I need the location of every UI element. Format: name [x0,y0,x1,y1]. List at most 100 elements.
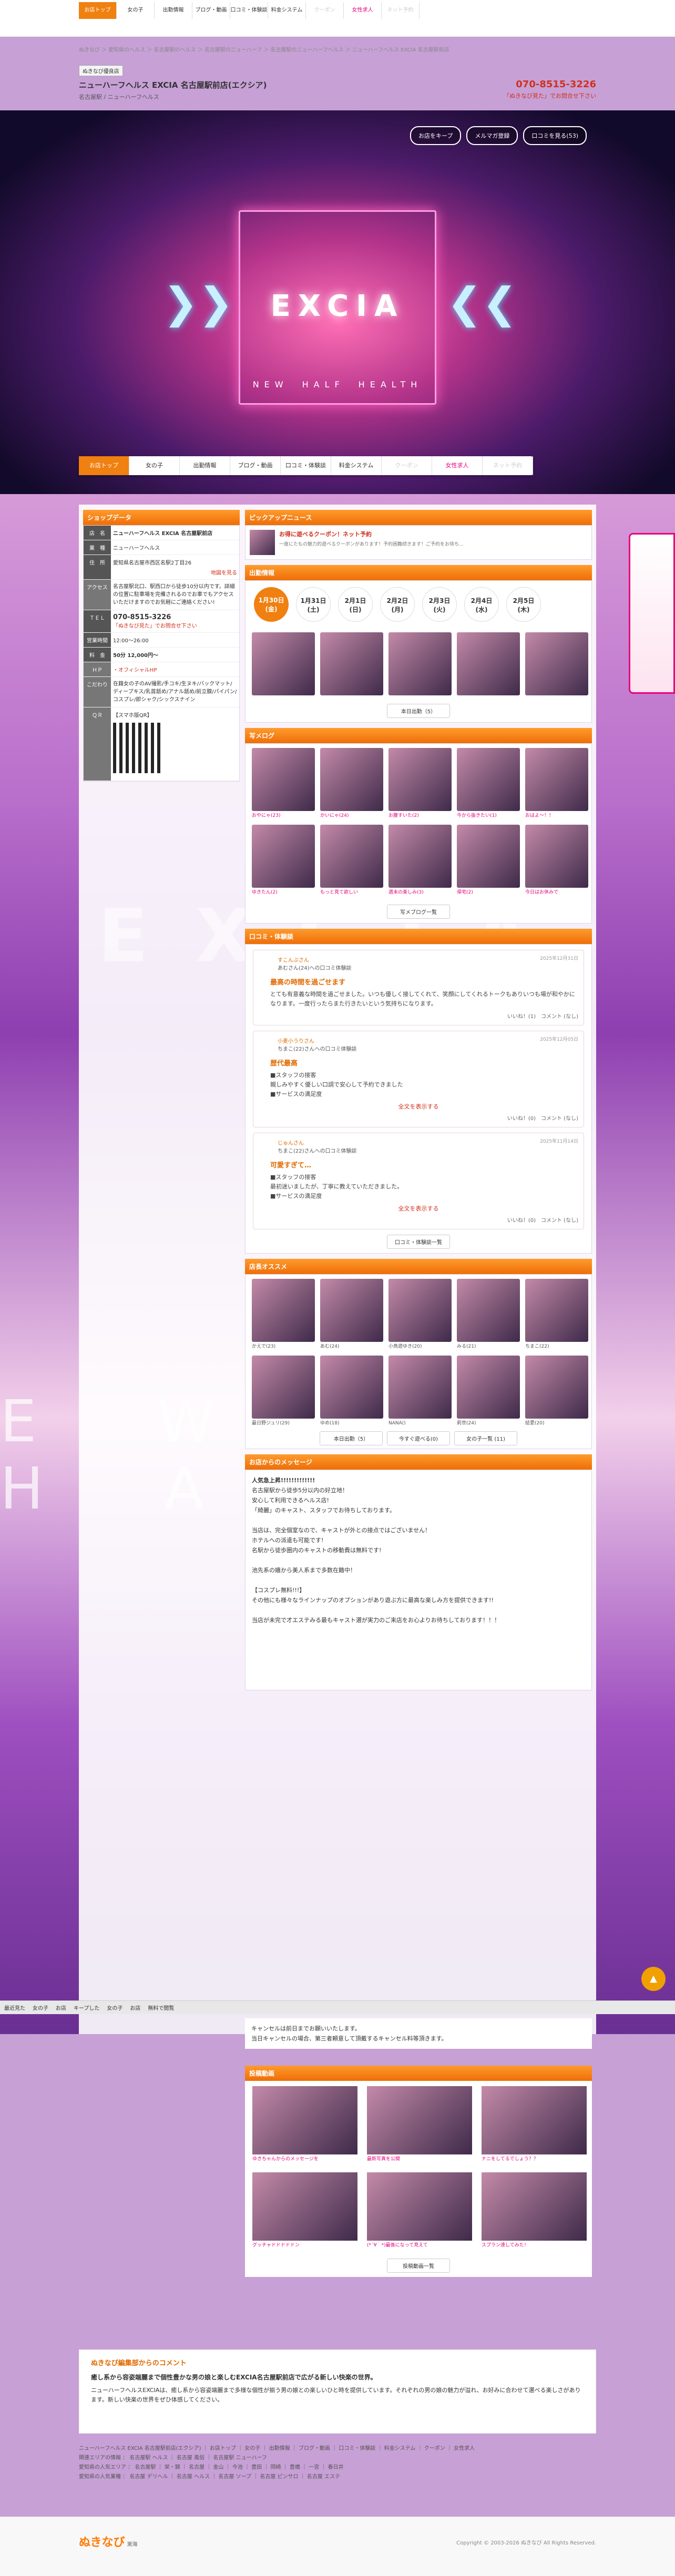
blog-caption[interactable]: 今から抜きたい(1) [457,813,520,819]
blog-photo[interactable] [525,748,588,811]
date-tab[interactable]: 2月3日 (火) [422,587,457,622]
girl-photo[interactable] [457,1279,520,1342]
girl-photo[interactable] [252,1279,315,1342]
nav-price[interactable]: 料金システム [268,2,306,19]
newsletter-button[interactable]: メルマガ登録 [466,126,518,145]
blog-photo[interactable] [525,825,588,888]
girl-photo[interactable] [457,1356,520,1419]
nav2-price[interactable]: 料金システム [331,456,382,475]
girl-name[interactable]: ゆめ(18) [320,1420,383,1427]
video-caption[interactable]: スプラン速してみた！ [482,2242,587,2249]
kept-label[interactable]: キープした [74,2004,99,2011]
history-girls[interactable]: 女の子 [33,2004,48,2011]
date-tab[interactable]: 1月31日 (土) [296,587,331,622]
nav2-schedule[interactable]: 出勤情報 [180,456,230,475]
history-label[interactable]: 最近見た [4,2004,25,2011]
footer-popular-type[interactable]: 愛知県の人気業種 ： 名古屋 デリヘル ｜ 名古屋 ヘルス ｜ 名古屋 ソープ … [79,2472,596,2482]
phone-number[interactable]: 070-8515-3226 [516,79,596,90]
girl-photo[interactable] [525,1279,588,1342]
nav-recruit[interactable]: 女性求人 [344,2,382,19]
blog-caption[interactable]: おやにゃ(23) [252,813,315,819]
blog-caption[interactable]: ゆきたん(2) [252,889,315,896]
video-caption[interactable]: (*´∀｀*)最後になって見えて [367,2242,472,2249]
girl-photo[interactable] [388,1356,452,1419]
nav2-recruit[interactable]: 女性求人 [432,456,483,475]
girl-name[interactable]: ちまこ(22) [525,1343,588,1350]
news-headline[interactable]: お得に遊べるクーポン！ネット予約 [279,530,464,538]
tel-number[interactable]: 070-8515-3226 [113,613,237,621]
date-tab[interactable]: 1月30日 (金) [254,587,289,622]
blog-caption[interactable]: おはよ〜！！ [525,813,588,819]
nav2-reviews[interactable]: 口コミ・体験談 [281,456,331,475]
nav2-shop-top[interactable]: お店トップ [79,456,129,475]
side-banner-ad[interactable] [629,533,675,694]
blog-caption[interactable]: 帰宅(2) [457,889,520,896]
blog-photo[interactable] [320,748,383,811]
girl-photo[interactable] [388,1279,452,1342]
date-tab[interactable]: 2月5日 (木) [506,587,541,622]
free-view-label[interactable]: 無料で閲覧 [148,2004,174,2011]
girl-photo[interactable] [457,632,520,695]
girl-photo[interactable] [252,1356,315,1419]
blog-photo[interactable] [252,748,315,811]
blog-list-button[interactable]: 写メブログ一覧 [387,905,450,919]
blog-caption[interactable]: お腹すいた(2) [388,813,452,819]
girl-photo[interactable] [320,1279,383,1342]
girl-photo[interactable] [525,1356,588,1419]
nav-girls[interactable]: 女の子 [117,2,155,19]
review-likes[interactable]: いいね！(0) コメント (なし) [259,1114,578,1122]
video-thumbnail[interactable] [367,2086,472,2154]
pickup-news[interactable]: お得に遊べるクーポン！ネット予約 一度にたもの魅力的遊べるクーポンがあります！予… [245,525,592,560]
view-reviews-button[interactable]: 口コミを見る(53) [523,126,587,145]
date-tab[interactable]: 2月1日 (日) [338,587,373,622]
blog-caption[interactable]: かいにゃ(24) [320,813,383,819]
girl-name[interactable]: かえで(23) [252,1343,315,1350]
date-tab[interactable]: 2月2日 (月) [380,587,415,622]
kept-shops[interactable]: お店 [130,2004,140,2011]
girl-photo[interactable] [388,632,452,695]
review-likes[interactable]: いいね！(1) コメント (なし) [259,1012,578,1020]
keep-shop-button[interactable]: お店をキープ [410,126,462,145]
blog-photo[interactable] [388,748,452,811]
video-thumbnail[interactable] [482,2172,587,2241]
girl-name[interactable]: あむ(24) [320,1343,383,1350]
nav-schedule[interactable]: 出勤情報 [155,2,192,19]
video-thumbnail[interactable] [252,2086,357,2154]
date-tab[interactable]: 2月4日 (水) [464,587,499,622]
video-thumbnail[interactable] [367,2172,472,2241]
blog-caption[interactable]: 週末の楽しみ(3) [388,889,452,896]
review-likes[interactable]: いいね！(0) コメント (なし) [259,1216,578,1224]
girl-name[interactable]: みる(21) [457,1343,520,1350]
girl-name[interactable]: 結愛(20) [525,1420,588,1427]
scroll-top-button[interactable]: ▲ [641,1967,666,1991]
videos-list-button[interactable]: 投稿動画一覧 [387,2259,450,2273]
girl-name[interactable]: NANA() [388,1420,452,1427]
map-link[interactable]: 地図を見る [113,568,237,576]
reviews-list-button[interactable]: 口コミ・体験談一覧 [387,1235,450,1249]
expand-review-link[interactable]: 全文を表示する [259,1102,578,1111]
kept-girls[interactable]: 女の子 [107,2004,122,2011]
girl-name[interactable]: 最日野ジュリ(29) [252,1420,315,1427]
nav-reviews[interactable]: 口コミ・体験談 [230,2,268,19]
footer-shop-links[interactable]: ニューハーフヘルス EXCIA 名古屋駅前店(エクシア) ｜ お店トップ ｜ 女… [79,2444,596,2454]
breadcrumb[interactable]: ぬきなび ＞ 愛知県のヘルス ＞ 名古屋駅のヘルス ＞ 名古屋駅のニューハーフ … [79,45,449,53]
official-hp-link[interactable]: ・オフィシャルHP [111,662,239,677]
history-shops[interactable]: お店 [56,2004,66,2011]
video-thumbnail[interactable] [252,2172,357,2241]
blog-photo[interactable] [252,825,315,888]
girl-photo[interactable] [525,632,588,695]
today-button[interactable]: 本日出勤（5） [320,1431,383,1445]
video-thumbnail[interactable] [482,2086,587,2154]
blog-photo[interactable] [388,825,452,888]
girl-photo[interactable] [320,632,383,695]
video-caption[interactable]: グッチャドドドドドン [252,2242,357,2249]
nav2-blog[interactable]: ブログ・動画 [230,456,281,475]
blog-photo[interactable] [457,748,520,811]
girl-name[interactable]: 莉世(24) [457,1420,520,1427]
nav-blog[interactable]: ブログ・動画 [192,2,230,19]
blog-caption[interactable]: もっと見て欲しい [320,889,383,896]
video-caption[interactable]: 最新写真を公開 [367,2156,472,2163]
footer-popular-area[interactable]: 愛知県の人気エリア ： 名古屋駅 ｜ 栄・錦 ｜ 名古屋 ｜ 金山 ｜ 今池 ｜… [79,2463,596,2472]
blog-caption[interactable]: 今日はお休みで [525,889,588,896]
girls-list-button[interactable]: 女の子一覧 (11) [454,1431,517,1445]
